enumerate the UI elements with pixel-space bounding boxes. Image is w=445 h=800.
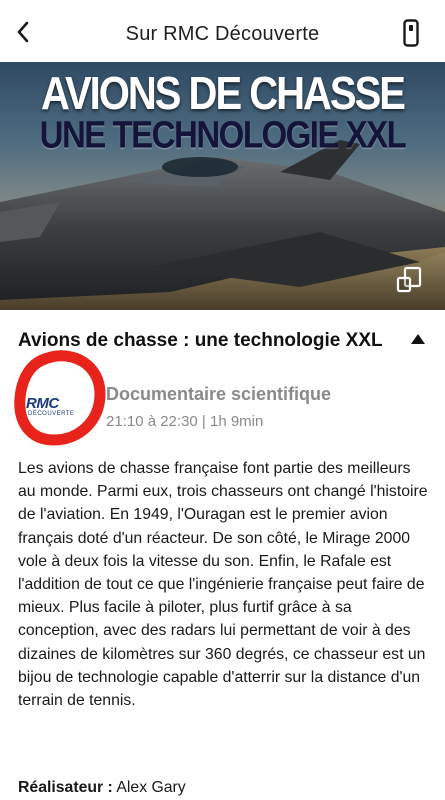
hero-title-line-2: UNE TECHNOLOGIE XXL: [39, 113, 407, 156]
program-title: Avions de chasse : une technologie XXL: [18, 330, 383, 351]
triangle-up-icon: [411, 334, 425, 344]
channel-logo: RMC: [26, 395, 59, 412]
collapse-button[interactable]: [409, 332, 427, 346]
remote-control-button[interactable]: [403, 19, 419, 47]
remote-control-icon: [403, 19, 419, 47]
multi-screen-button[interactable]: [395, 266, 423, 294]
channel-logo-subtitle: DÉCOUVERTE: [28, 411, 75, 417]
program-synopsis: Les avions de chasse française font part…: [18, 460, 428, 710]
page-title: Sur RMC Découverte: [125, 23, 320, 45]
program-schedule: 21:10 à 22:30 | 1h 9min: [106, 413, 264, 430]
program-genre: Documentaire scientifique: [106, 384, 332, 404]
director-label: Réalisateur :: [18, 779, 113, 796]
multi-screen-icon: [396, 266, 422, 293]
director-credit: Réalisateur : Alex Gary: [18, 779, 186, 797]
top-bar: Sur RMC Découverte: [0, 0, 445, 62]
program-image: AVIONS DE CHASSE UNE TECHNOLOGIE XXL: [0, 62, 445, 310]
director-name: Alex Gary: [116, 779, 186, 796]
